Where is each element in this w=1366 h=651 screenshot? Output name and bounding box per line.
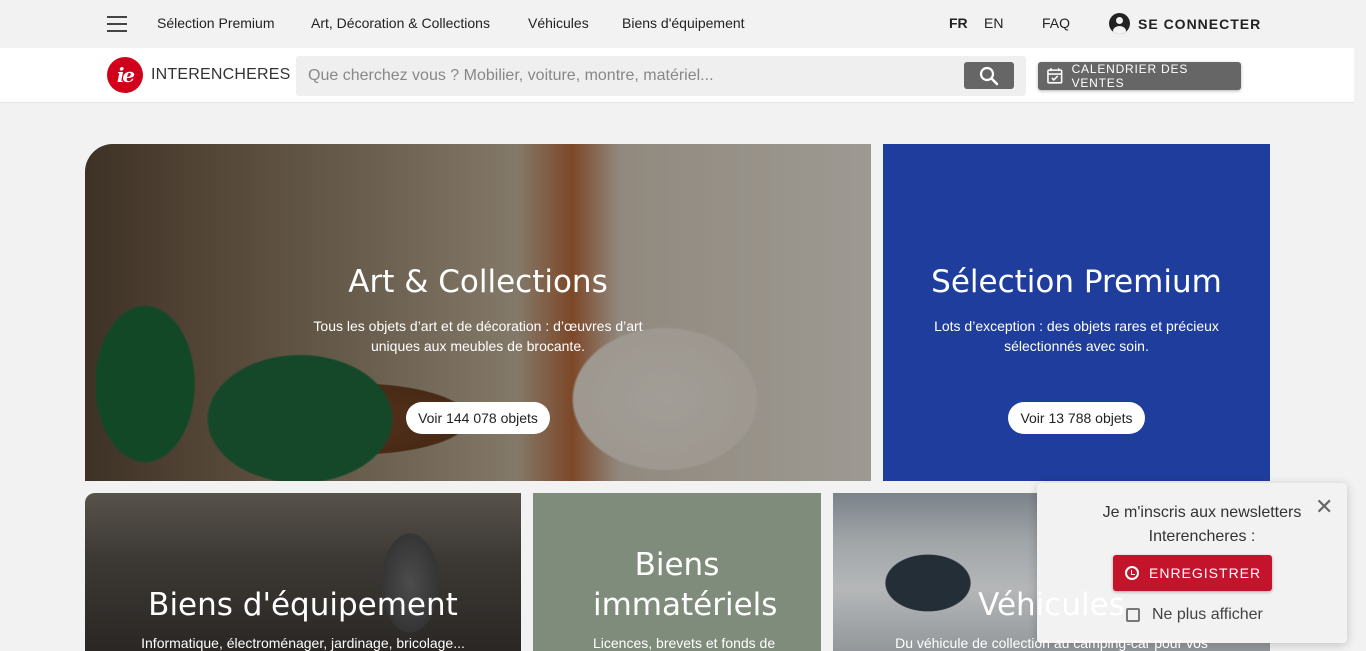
- card-biens-equipement[interactable]: Biens d'équipement Informatique, électro…: [85, 493, 521, 651]
- login-button[interactable]: SE CONNECTER: [1109, 13, 1261, 34]
- calendar-icon: [1047, 68, 1063, 84]
- nav-selection-premium[interactable]: Sélection Premium: [157, 15, 275, 31]
- top-bar: Sélection Premium Art, Décoration & Coll…: [0, 0, 1366, 48]
- account-icon: [1109, 13, 1130, 34]
- card-title: Véhicules: [978, 587, 1125, 623]
- calendar-button[interactable]: CALENDRIER DES VENTES: [1038, 62, 1241, 90]
- register-label: ENREGISTRER: [1149, 565, 1262, 581]
- search-icon: [979, 66, 999, 86]
- card-description: Informatique, électroménager, jardinage,…: [141, 635, 465, 651]
- faq-link[interactable]: FAQ: [1042, 15, 1070, 31]
- card-title: Art & Collections: [348, 264, 608, 300]
- alarm-icon: [1125, 566, 1139, 580]
- view-objects-button[interactable]: Voir 144 078 objets: [406, 402, 550, 434]
- card-description: Du véhicule de collection au camping-car…: [895, 635, 1208, 651]
- calendar-label: CALENDRIER DES VENTES: [1071, 62, 1189, 90]
- search-bar: [296, 56, 1026, 96]
- card-title: Sélection Premium: [931, 264, 1222, 300]
- lang-en[interactable]: EN: [984, 15, 1003, 31]
- search-button[interactable]: [964, 62, 1014, 89]
- logo-name: INTERENCHERES: [151, 66, 291, 83]
- nav-biens-equipement[interactable]: Biens d'équipement: [622, 15, 745, 31]
- login-label: SE CONNECTER: [1138, 15, 1262, 32]
- card-description: Licences, brevets et fonds de: [593, 635, 776, 651]
- view-objects-button[interactable]: Voir 13 788 objets: [1008, 402, 1145, 434]
- card-description: Lots d’exception : des objets rares et p…: [934, 318, 1219, 354]
- logo-mark: ie: [107, 57, 143, 93]
- card-art-collections[interactable]: Art & Collections Tous les objets d’art …: [85, 144, 871, 481]
- menu-icon[interactable]: [107, 16, 127, 32]
- logo[interactable]: ie INTERENCHERES: [107, 57, 291, 93]
- lang-fr[interactable]: FR: [949, 15, 968, 31]
- header: ie INTERENCHERES CALENDRIER DES VENTES: [0, 48, 1354, 103]
- nav-art-decoration[interactable]: Art, Décoration & Collections: [311, 15, 490, 31]
- card-selection-premium[interactable]: Sélection Premium Lots d’exception : des…: [883, 144, 1270, 481]
- card-description: Tous les objets d’art et de décoration :…: [313, 318, 643, 354]
- card-biens-immateriels[interactable]: Biens immatériels Licences, brevets et f…: [533, 493, 821, 651]
- card-title: Biens d'équipement: [148, 587, 458, 623]
- nav-vehicules[interactable]: Véhicules: [528, 15, 589, 31]
- search-input[interactable]: [296, 56, 956, 96]
- newsletter-title: Je m'inscris aux newsletters Interencher…: [1102, 504, 1302, 545]
- card-title: Biens immatériels: [593, 547, 778, 623]
